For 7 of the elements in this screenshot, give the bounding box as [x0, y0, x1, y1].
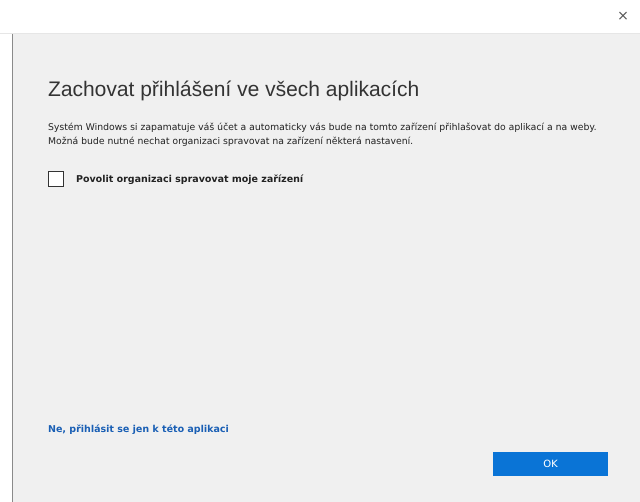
description-text: Systém Windows si zapamatuje váš účet a automaticky vás bude na tomto zařízení přihlašovat do aplikací a na weby. Možná bude nutné nechat organizaci spravovat na zařízení některá nastavení. — [48, 121, 598, 149]
sign-in-app-only-link[interactable]: Ne, přihlásit se jen k této aplikaci — [48, 424, 229, 435]
ok-button[interactable]: OK — [493, 452, 608, 476]
checkbox[interactable] — [48, 171, 64, 187]
dialog-title: Zachovat přihlášení ve všech aplikacích — [48, 78, 420, 102]
close-button[interactable]: × — [608, 4, 638, 28]
checkbox-label: Povolit organizaci spravovat moje zařízení — [76, 174, 304, 184]
